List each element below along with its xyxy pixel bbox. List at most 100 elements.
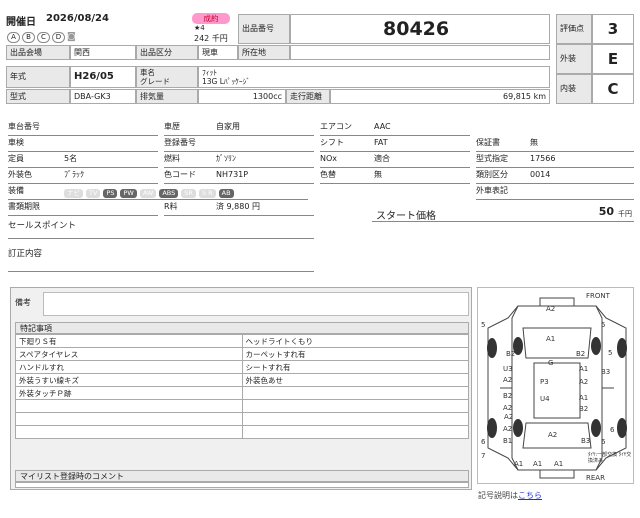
category-value: 現車 [198,45,238,60]
note-cell: 外装うすい線キズ [15,373,243,387]
shift-label: シフト [320,138,344,147]
interior-grade-label: 内装 [556,74,592,104]
correction-row: 訂正内容 [8,247,314,272]
fuel-value: ｶﾞｿﾘﾝ [216,154,236,163]
equip-ab: AB [218,189,234,198]
nox-value: 適合 [374,154,390,163]
notes-table: 下廻りＳ有 ヘッドライトくもり スペアタイヤレス カーペットすれ有 ハンドルすれ シー… [15,334,469,439]
aircon-value: AAC [374,122,391,131]
warranty-label: 保証書 [476,138,500,147]
classification-row: 類別区分 0014 [476,169,634,184]
year-value: H26/05 [70,66,136,88]
notes-row [15,399,469,413]
registration-label: 登録番号 [164,138,196,147]
location-value [290,45,550,60]
notes-row: 外装うすい線キズ 外装色あせ [15,373,469,387]
note-cell: 下廻りＳ有 [15,334,243,348]
notes-title: 特記事項 [15,322,469,334]
equip-ps: PS [103,189,118,198]
shift-value: FAT [374,138,388,147]
hall-value: 関西 [70,45,136,60]
rear-label: REAR [586,474,605,482]
start-price-unit: 千円 [618,210,632,218]
category-label: 出品区分 [136,45,198,60]
circle-c: C [37,32,50,43]
equip-navi: ナビ [64,189,83,198]
mark-a1-left-rocker: A1 [514,460,524,468]
equipment-label: 装備 [8,186,24,195]
equip-sr2: S R [198,189,216,198]
mark-a1-right-door: A1 [579,365,589,373]
tire-note: ﾀｲﾔ:一部交換 ﾀｲﾔ交換済み [588,452,632,464]
mark-b2-left-rear: B2 [503,392,513,400]
color-change-value: 無 [374,170,382,179]
note-cell [15,412,243,426]
note-cell: ヘッドライトくもり [241,334,469,348]
model-label: 型式 [6,89,70,104]
exterior-color-label: 外装色 [8,170,32,179]
year-label: 年式 [6,66,70,88]
interior-grade-value: C [592,74,634,104]
color-code-value: NH731P [216,170,249,179]
legend-link[interactable]: こちら [518,491,542,500]
aircon-label: エアコン [320,122,352,131]
mileage-value: 69,815 km [330,89,550,104]
mark-6-right-outer: 6 [610,426,615,434]
capacity-row: 定員 5名 [8,153,158,168]
notes-row: スペアタイヤレス カーペットすれ有 [15,347,469,361]
hall-label: 出品会場 [6,45,70,60]
type-designation-label: 型式指定 [476,154,508,163]
inspection-row: 車検 [8,137,158,152]
fuel-label: 燃料 [164,154,180,163]
lot-number-value: 80426 [290,14,550,44]
overall-grade-label: 評価点 [556,14,592,44]
mark-p3-roof: P3 [540,378,549,386]
note-cell [15,399,243,413]
warranty-row: 保証書 無 [476,137,634,152]
circle-a: A [7,32,20,43]
equip-abs: ABS [159,189,179,198]
mark-a2-left-rear: A2 [503,404,513,412]
note-cell [241,412,469,426]
front-label: FRONT [586,292,610,300]
mark-5-right-mid: 5 [608,349,613,357]
model-value: DBA-GK3 [70,89,136,104]
import-notation-label: 外車表記 [476,186,508,195]
recycle-fee-label: R料 [164,202,178,211]
mark-a1-hood: A1 [546,335,556,343]
lot-number-label: 出品番号 [238,14,290,44]
type-designation-value: 17566 [530,154,556,163]
exterior-grade-value: E [592,44,634,74]
color-code-label: 色コード [164,170,196,179]
mileage-label: 走行距離 [286,89,330,104]
classification-value: 0014 [530,170,551,179]
mark-a2-front: A2 [546,305,556,313]
note-cell: 外装タッチＰ跡 [15,386,243,400]
shift-row: シフト FAT [320,137,470,152]
car-model-name: ﾌｨｯﾄ [202,68,217,77]
grade-panel: 評価点 3 外装 E 内装 C [556,14,634,104]
mark-b3-right-quarter: B3 [581,437,591,445]
mark-b1-left-quarter: B1 [503,437,513,445]
circle-d: D [52,32,65,43]
mark-g-windshield: G [548,359,554,367]
car-diagram: FRONT REAR A2 A1 G B2 B2 U3 A2 P3 A1 B3 … [477,287,634,484]
note-cell [241,425,469,439]
note-cell: シートすれ有 [241,360,469,374]
legend-text: 記号説明は [478,491,518,500]
note-cell [15,425,243,439]
note-cell [241,386,469,400]
circle-b: B [22,32,35,43]
note-cell: ハンドルすれ [15,360,243,374]
mark-a1-rear-bumper-left: A1 [533,460,543,468]
mylist-comment-label: マイリスト登録時のコメント [15,470,469,482]
car-name-label: 車名 グレード [136,66,198,88]
mark-a2-left-bumper: A2 [504,413,514,421]
nox-label: NOx [320,154,338,163]
recycle-fee-value: 済 9,880 円 [216,202,260,211]
mark-a1-rear-bumper-right: A1 [554,460,564,468]
start-price-row: スタート価格 50 千円 [372,205,634,222]
chassis-row: 車台番号 [8,121,158,136]
mark-u3-left-door: U3 [503,365,513,373]
exterior-color-row: 外装色 ﾌﾞﾗｯｸ [8,169,158,184]
